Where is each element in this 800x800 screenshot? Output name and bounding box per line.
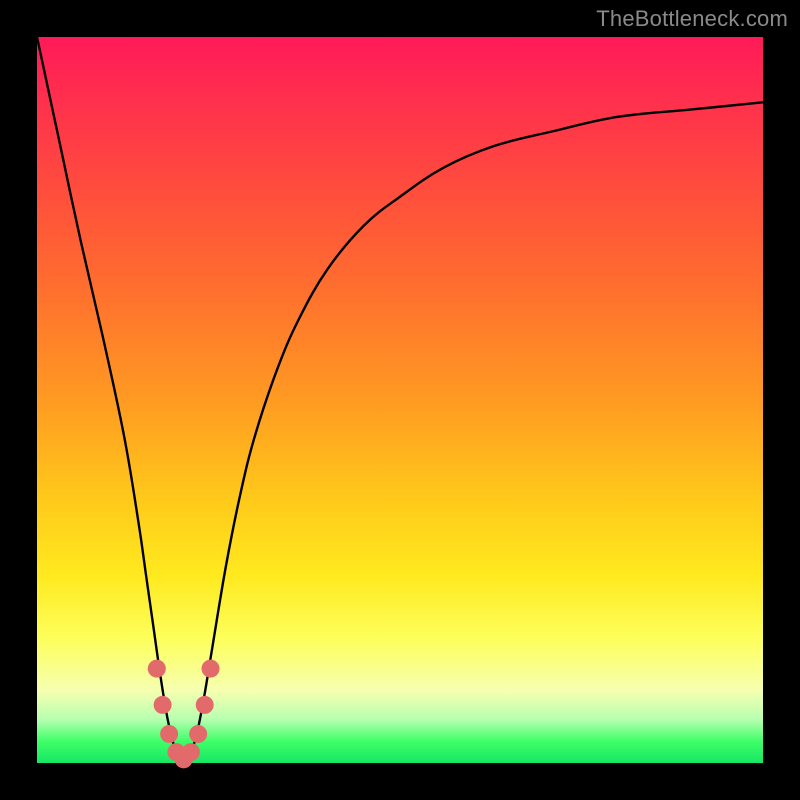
trough-dot [160,725,178,743]
trough-dots-group [148,660,220,769]
plot-area [37,37,763,763]
trough-dot [196,696,214,714]
trough-dot [148,660,166,678]
trough-dot [154,696,172,714]
trough-dot [202,660,220,678]
outer-frame: TheBottleneck.com [0,0,800,800]
watermark-text: TheBottleneck.com [596,6,788,32]
trough-dot [189,725,207,743]
bottleneck-curve [37,37,763,763]
curve-svg [37,37,763,763]
trough-dot [182,743,200,761]
